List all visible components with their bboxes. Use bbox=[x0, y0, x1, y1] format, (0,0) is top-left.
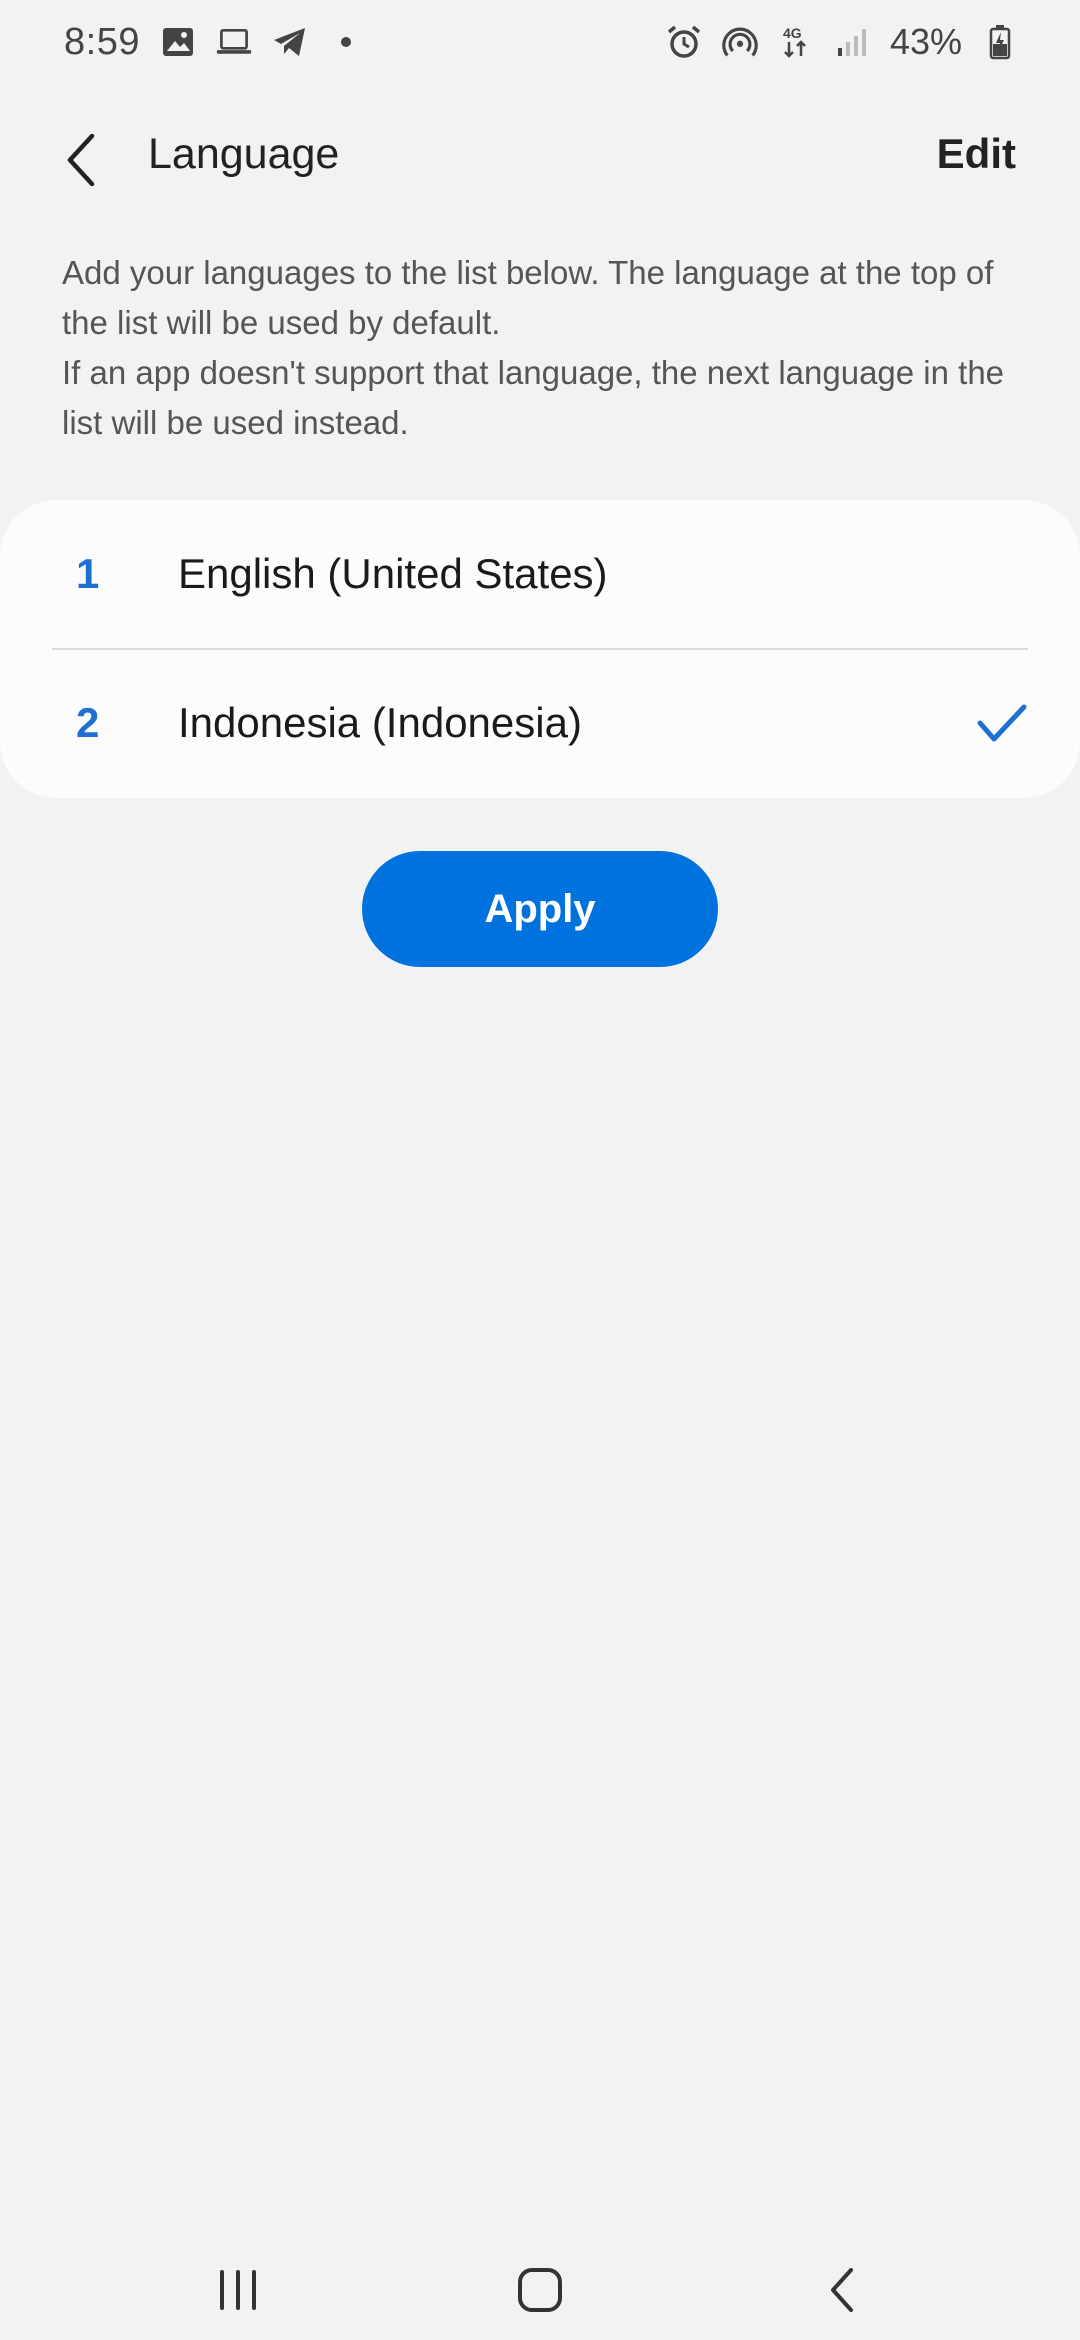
checkmark-icon bbox=[977, 704, 1027, 742]
apply-button[interactable]: Apply bbox=[362, 851, 718, 967]
home-icon bbox=[518, 2268, 562, 2312]
description-line-1: Add your languages to the list below. Th… bbox=[62, 254, 994, 341]
recents-button[interactable] bbox=[193, 2250, 283, 2330]
alarm-icon bbox=[666, 24, 702, 60]
laptop-icon bbox=[216, 24, 252, 60]
language-rank: 1 bbox=[76, 550, 100, 597]
edit-button[interactable]: Edit bbox=[937, 130, 1016, 178]
navigation-bar bbox=[0, 2240, 1080, 2340]
language-name: Indonesia (Indonesia) bbox=[178, 699, 582, 746]
home-button[interactable] bbox=[495, 2250, 585, 2330]
description: Add your languages to the list below. Th… bbox=[62, 248, 1032, 448]
language-list: 1 English (United States) 2 Indonesia (I… bbox=[0, 500, 1080, 798]
status-bar: 8:59 4G 43% bbox=[0, 0, 1080, 84]
nav-back-button[interactable] bbox=[798, 2250, 888, 2330]
notification-dot-icon bbox=[328, 24, 364, 60]
gallery-icon bbox=[160, 24, 196, 60]
app-bar: Language Edit bbox=[0, 108, 1080, 208]
language-name: English (United States) bbox=[178, 550, 608, 597]
language-item-indonesia[interactable]: 2 Indonesia (Indonesia) bbox=[0, 649, 1080, 798]
status-time: 8:59 bbox=[64, 20, 140, 63]
signal-icon bbox=[834, 24, 870, 60]
description-line-2: If an app doesn't support that language,… bbox=[62, 354, 1005, 441]
status-right: 4G 43% bbox=[666, 21, 1018, 63]
back-button[interactable] bbox=[46, 124, 118, 196]
4g-icon: 4G bbox=[778, 24, 814, 60]
nav-back-icon bbox=[831, 2268, 853, 2312]
page-title: Language bbox=[148, 130, 340, 178]
hotspot-icon bbox=[722, 24, 758, 60]
language-item-english[interactable]: 1 English (United States) bbox=[0, 500, 1080, 650]
language-screen: 8:59 4G 43% Language Edit Add your langu… bbox=[0, 0, 1080, 2340]
battery-icon bbox=[982, 24, 1018, 60]
recents-icon bbox=[220, 2270, 256, 2310]
language-rank: 2 bbox=[76, 699, 100, 746]
telegram-icon bbox=[272, 24, 308, 60]
network-label: 4G bbox=[783, 25, 802, 41]
status-left: 8:59 bbox=[64, 21, 364, 64]
battery-percent: 43% bbox=[889, 21, 962, 62]
chevron-left-icon bbox=[67, 133, 95, 187]
